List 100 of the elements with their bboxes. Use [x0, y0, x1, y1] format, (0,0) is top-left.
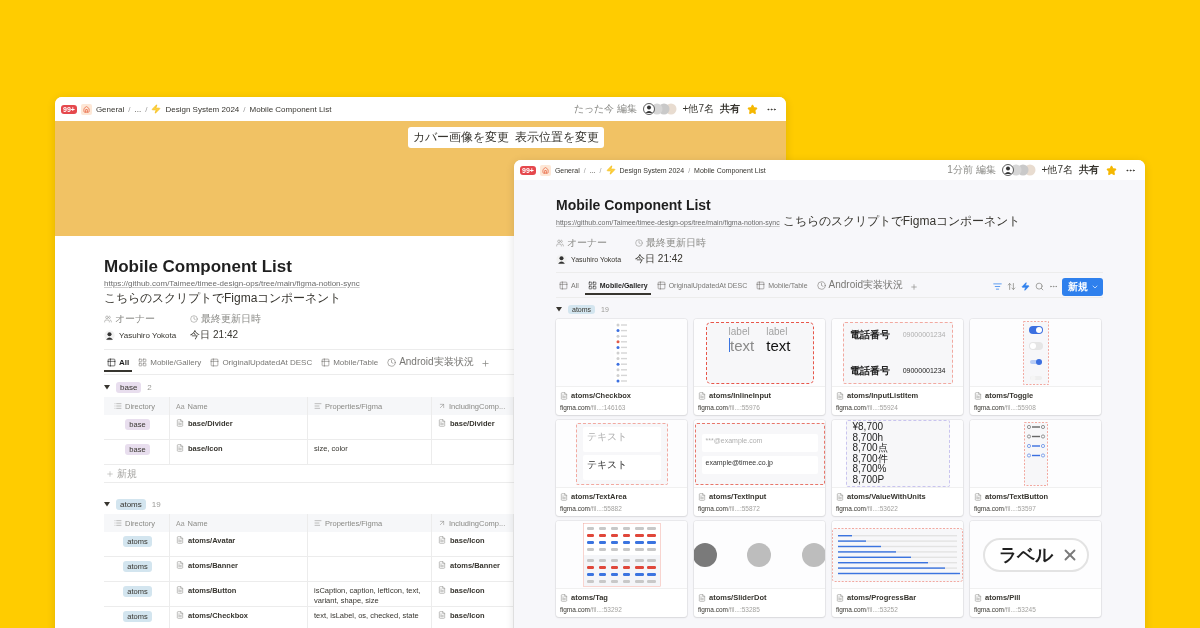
favorite-star-icon[interactable] [1105, 163, 1118, 177]
page-title: Mobile Component List [104, 256, 292, 278]
share-button[interactable]: 共有 [720, 102, 740, 116]
clock-icon [816, 280, 826, 290]
page-icon [438, 586, 446, 594]
lightning-icon [605, 165, 616, 175]
share-button[interactable]: 共有 [1079, 163, 1099, 177]
avatars-drawing [642, 103, 677, 115]
text-area-field: テキスト [582, 455, 661, 480]
property-label: 最終更新日時 [201, 312, 262, 326]
add-view-icon[interactable] [909, 281, 919, 292]
property-value: Yasuhiro Yokota [119, 330, 177, 340]
field-label: 電話番号 [849, 363, 890, 378]
group-tag: atoms [116, 498, 146, 510]
breadcrumb-separator: / [145, 104, 148, 114]
page-icon [560, 492, 568, 501]
text-area-field: テキスト [582, 427, 661, 452]
page-icon [560, 593, 568, 602]
text-cursor-icon [728, 338, 731, 352]
page-icon [698, 391, 706, 400]
home-icon [539, 164, 551, 176]
group-count: 2 [147, 382, 152, 392]
caret-icon[interactable] [104, 384, 110, 390]
page-title: Mobile Component List [556, 196, 711, 214]
view-tab[interactable]: Android実装状況 [813, 276, 906, 297]
caret-icon[interactable] [556, 306, 562, 312]
group-tag: base [116, 381, 142, 393]
grid-icon [138, 357, 148, 367]
view-tab[interactable]: Mobile/Gallery [135, 355, 205, 372]
value-with-unit: ¥8,700 [852, 422, 885, 433]
page-icon [836, 593, 844, 602]
page-icon [974, 593, 982, 602]
table-icon [559, 280, 568, 290]
view-tab[interactable]: OriginalUpdatedAt DESC [207, 355, 316, 372]
view-tab[interactable]: Mobile/Table [318, 355, 382, 372]
lightning-icon[interactable] [1020, 281, 1031, 292]
page-icon [560, 391, 568, 400]
breadcrumb-link[interactable]: ... [134, 104, 142, 114]
breadcrumb-separator: / [128, 104, 131, 114]
value-with-unit: 8,700% [852, 464, 887, 475]
value-with-unit: 8,700件 [852, 453, 889, 464]
search-icon[interactable] [1034, 281, 1045, 292]
clock-icon [190, 315, 199, 323]
field-value: text [728, 336, 755, 354]
grid-icon [587, 280, 597, 290]
field-value: text [766, 336, 791, 354]
page-icon [438, 536, 446, 544]
clock-icon [635, 239, 644, 247]
collaborator-count[interactable]: +他7名 [1041, 163, 1073, 177]
page-icon [836, 492, 844, 501]
page-icon [974, 391, 982, 400]
table-icon [321, 357, 331, 367]
value-with-unit: 8,700h [852, 432, 884, 443]
page-icon [176, 561, 184, 569]
edited-time: 1分前 編集 [947, 163, 996, 177]
breadcrumb-link[interactable]: General [95, 104, 125, 114]
page-icon [698, 593, 706, 602]
breadcrumb-separator: / [243, 104, 246, 114]
collaborator-count[interactable]: +他7名 [682, 102, 714, 116]
new-button[interactable]: 新規 [1062, 277, 1103, 296]
filter-icon[interactable] [992, 281, 1003, 292]
property-label: オーナー [567, 236, 607, 250]
text-buttons-drawing [1023, 421, 1048, 486]
value-with-unit: 8,700P [852, 474, 885, 485]
people-icon [104, 315, 112, 323]
edited-time: たった今 編集 [573, 102, 637, 116]
page-icon [438, 419, 446, 427]
lightning-icon [151, 104, 162, 114]
breadcrumb-link[interactable]: Design System 2024 [165, 104, 240, 114]
user-avatar-icon [104, 329, 115, 341]
caret-icon[interactable] [104, 501, 110, 507]
table-icon [210, 357, 220, 367]
page-icon [176, 611, 184, 619]
list-icon [114, 402, 122, 410]
github-link[interactable]: https://github.com/Taimee/timee-design-ops/tree/main/figma-notion-sync [104, 278, 360, 290]
page-icon [176, 536, 184, 544]
view-tab[interactable]: All [104, 355, 133, 372]
breadcrumb-link[interactable]: Mobile Component List [249, 104, 332, 114]
pill-label: ラベル [998, 543, 1053, 567]
add-view-icon[interactable] [479, 358, 491, 369]
people-icon [556, 239, 564, 247]
page-icon [974, 492, 982, 501]
page-icon [176, 419, 184, 427]
arrow-icon [438, 402, 446, 410]
list-icon [114, 519, 122, 527]
property-label: 最終更新日時 [646, 236, 707, 250]
field-label: label [766, 325, 789, 337]
page-icon [836, 391, 844, 400]
property-label: オーナー [115, 312, 155, 326]
view-tab[interactable]: Android実装状況 [384, 353, 477, 374]
favorite-star-icon[interactable] [746, 102, 759, 116]
text-lines-icon [314, 519, 322, 527]
page-icon [438, 611, 446, 619]
user-avatar-icon [556, 253, 567, 265]
field-label: label [728, 325, 751, 337]
avatars-drawing [1001, 164, 1036, 176]
sort-icon[interactable] [1006, 281, 1017, 292]
table-icon [656, 280, 666, 290]
page-icon [438, 561, 446, 569]
toggle-switches-drawing [1022, 320, 1049, 385]
